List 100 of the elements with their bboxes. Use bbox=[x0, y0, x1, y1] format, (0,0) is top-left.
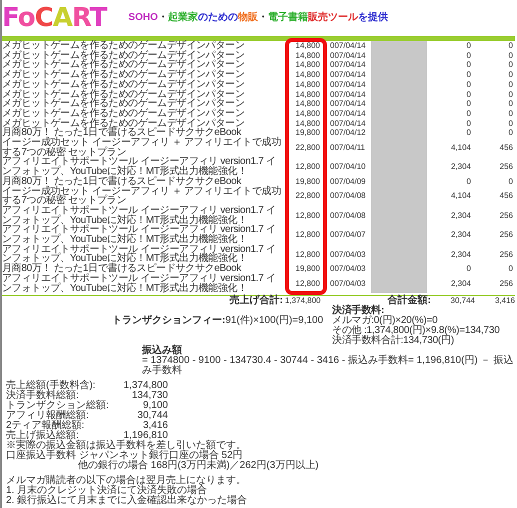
sales-total-value: 1,374,800 bbox=[285, 296, 322, 306]
date: 007/04/14 bbox=[329, 50, 367, 60]
product-name: メガヒットゲームを作るためのゲームデザインパターン bbox=[2, 99, 246, 109]
amount: 2,304 bbox=[450, 210, 471, 220]
product-name: メガヒットゲームを作るためのゲームデザインパターン bbox=[2, 70, 246, 80]
amount: 0 bbox=[466, 118, 471, 128]
product-name: メガヒットゲームを作るためのゲームデザインパターン bbox=[2, 41, 246, 51]
amount: 0 bbox=[508, 90, 513, 100]
price: 14,800 bbox=[294, 80, 321, 90]
fee-label: 決済手数料: bbox=[332, 306, 384, 316]
price: 14,800 bbox=[294, 118, 321, 128]
summary-value: 134,730 bbox=[130, 391, 168, 402]
price: 22,800 bbox=[294, 142, 321, 153]
date: 007/04/12 bbox=[329, 128, 367, 138]
amount: 0 bbox=[508, 41, 513, 51]
summary-value: 9,100 bbox=[142, 401, 168, 412]
amount: 0 bbox=[466, 80, 471, 90]
price: 12,800 bbox=[294, 210, 321, 220]
sales-total-label: 売上げ合計: bbox=[228, 296, 284, 306]
amount: 0 bbox=[466, 41, 471, 51]
amount: 0 bbox=[466, 60, 471, 70]
amount: 2,304 bbox=[450, 250, 471, 260]
price: 14,800 bbox=[294, 41, 321, 51]
product-name: メガヒットゲームを作るためのゲームデザインパターン bbox=[2, 90, 246, 100]
price: 14,800 bbox=[294, 70, 321, 80]
amount: 2,304 bbox=[450, 230, 471, 240]
price: 12,800 bbox=[294, 278, 321, 288]
note-text: 他の銀行の場合 168円(3万円未満)／262円(3万円以上) bbox=[77, 461, 320, 472]
date: 007/04/03 bbox=[329, 250, 367, 260]
total-amount: 3,416 bbox=[494, 296, 515, 306]
masked-cell bbox=[371, 41, 427, 51]
date: 007/04/14 bbox=[329, 41, 367, 51]
price: 19,800 bbox=[294, 128, 321, 138]
note-text: 2. 銀行振込にて月末までに入金確認出来なかった場合 bbox=[6, 496, 248, 506]
total-amount-label: 合計金額: bbox=[386, 296, 431, 306]
product-name: イージー成功セット イージーアフィリ ＋ アフィリエイトで成功する7つの秘密 セットプラン bbox=[2, 138, 282, 158]
date: 007/04/03 bbox=[329, 264, 367, 274]
total-amount: 30,744 bbox=[450, 296, 475, 306]
date: 007/04/10 bbox=[329, 162, 367, 172]
tagline: SOHO・起業家のための物販・電子書籍販売ツールを提供 bbox=[128, 13, 388, 23]
amount: 256 bbox=[498, 210, 513, 220]
amount: 0 bbox=[508, 264, 513, 274]
date: 007/04/14 bbox=[329, 60, 367, 70]
transaction-fee-value: 91(件)×100(円)=9,100 bbox=[225, 316, 324, 328]
price: 12,800 bbox=[294, 162, 321, 172]
amount: 2,304 bbox=[450, 278, 471, 288]
amount: 456 bbox=[498, 142, 513, 153]
date: 007/04/14 bbox=[329, 118, 367, 128]
price: 22,800 bbox=[294, 191, 321, 202]
product-name: アフィリエイトサポートツール イージーアフィリ version1.7 インフォトップ、YouTubeに対応！MT形式出力機能強化！ bbox=[2, 157, 277, 177]
transfer-label: 振込み額 bbox=[142, 346, 182, 356]
product-name: メガヒットゲームを作るためのゲームデザインパターン bbox=[2, 80, 246, 90]
date: 007/04/14 bbox=[329, 90, 367, 100]
summary-value: 3,416 bbox=[142, 421, 168, 432]
amount: 0 bbox=[508, 70, 513, 80]
price: 14,800 bbox=[294, 50, 321, 60]
date: 007/04/14 bbox=[329, 108, 367, 119]
amount: 0 bbox=[466, 90, 471, 100]
date: 007/04/03 bbox=[329, 278, 367, 288]
price: 12,800 bbox=[294, 230, 321, 240]
amount: 0 bbox=[508, 80, 513, 90]
date: 007/04/07 bbox=[329, 230, 367, 240]
amount: 0 bbox=[466, 70, 471, 80]
product-name: 月商80万！ たった1日で書けるスピードサクサクeBook bbox=[2, 176, 242, 187]
amount: 0 bbox=[508, 128, 513, 138]
amount: 4,104 bbox=[450, 142, 471, 153]
price: 14,800 bbox=[294, 99, 321, 109]
amount: 0 bbox=[508, 108, 513, 119]
product-name: メガヒットゲームを作るためのゲームデザインパターン bbox=[2, 118, 246, 128]
amount: 256 bbox=[498, 230, 513, 240]
product-name: メガヒットゲームを作るためのゲームデザインパターン bbox=[2, 60, 246, 70]
product-name: アフィリエイトサポートツール イージーアフィリ version1.7 インフォトップ、YouTubeに対応！MT形式出力機能強化！ bbox=[2, 225, 277, 245]
price: 12,800 bbox=[294, 250, 321, 260]
amount: 0 bbox=[466, 176, 471, 187]
summary-value: 1,374,800 bbox=[122, 381, 168, 392]
transfer-formula: = 1374800 - 9100 - 134730.4 - 30744 - 3416 - 振込み手数料= 1,196,810(円) － 振込み手数料 bbox=[142, 356, 514, 376]
date: 007/04/08 bbox=[329, 210, 367, 220]
logo: FoCART bbox=[2, 3, 106, 33]
date: 007/04/11 bbox=[329, 142, 366, 153]
amount: 0 bbox=[466, 50, 471, 60]
price: 14,800 bbox=[294, 60, 321, 70]
amount: 2,304 bbox=[450, 162, 471, 172]
amount: 0 bbox=[466, 128, 471, 138]
product-name: アフィリエイトサポートツール イージーアフィリ version1.7 インフォトップ、YouTubeに対応！MT形式出力機能強化！ bbox=[2, 274, 277, 294]
transaction-fee-label: トランザクションフィー: bbox=[112, 316, 226, 328]
amount: 0 bbox=[508, 99, 513, 109]
fee-line: メルマガ:0(円)×20(%)=0 bbox=[332, 316, 438, 326]
amount: 0 bbox=[466, 108, 471, 119]
product-name: 月商80万！ たった1日で書けるスピードサクサクeBook bbox=[2, 264, 242, 274]
date: 007/04/09 bbox=[329, 176, 367, 187]
date: 007/04/14 bbox=[329, 80, 367, 90]
fee-line: 決済手数料合計:134,730(円) bbox=[332, 336, 454, 346]
price: 14,800 bbox=[294, 108, 321, 119]
amount: 0 bbox=[466, 99, 471, 109]
date: 007/04/14 bbox=[329, 70, 367, 80]
price: 19,800 bbox=[294, 264, 321, 274]
amount: 456 bbox=[498, 191, 513, 202]
product-name: メガヒットゲームを作るためのゲームデザインパターン bbox=[2, 108, 246, 119]
amount: 0 bbox=[508, 60, 513, 70]
amount: 0 bbox=[508, 118, 513, 128]
